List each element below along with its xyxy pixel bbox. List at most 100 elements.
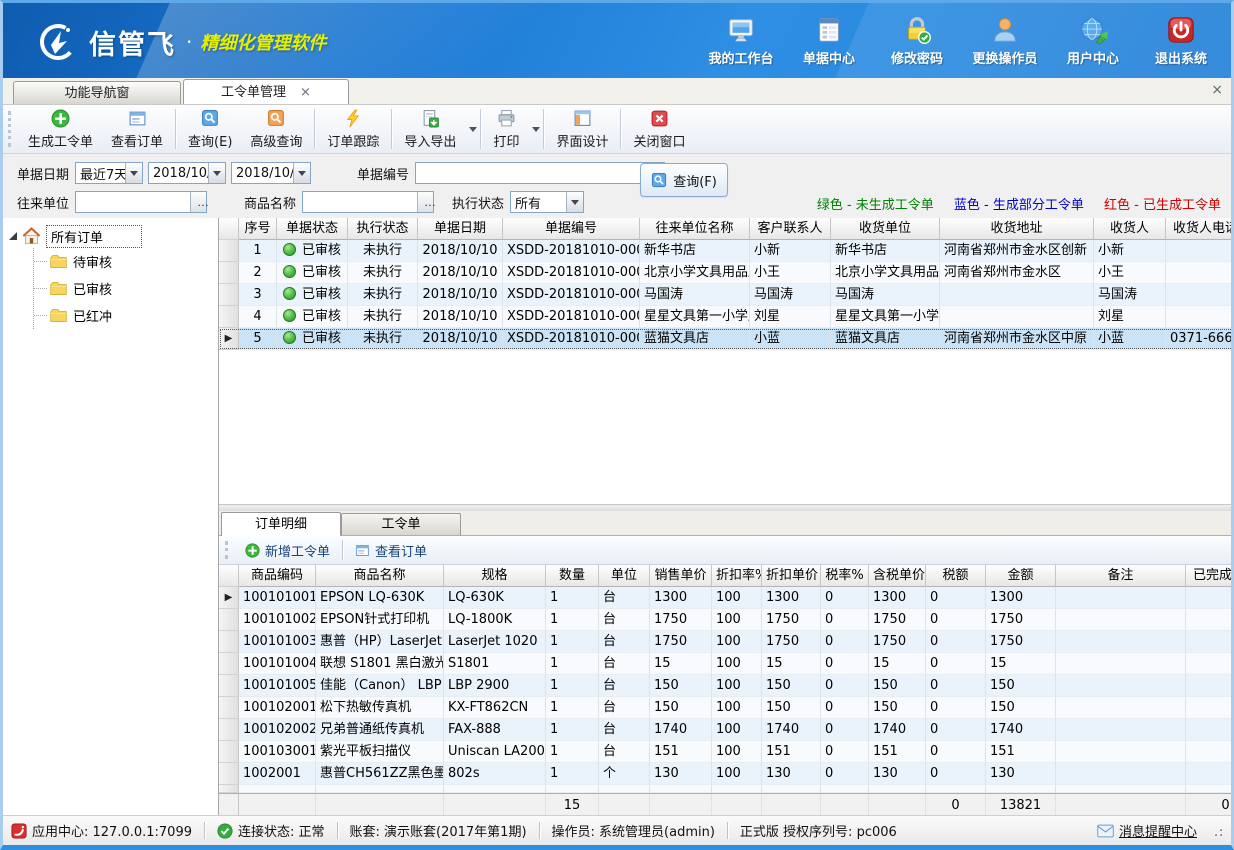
row-selector[interactable] (219, 262, 239, 284)
workbench-button[interactable]: 我的工作台 (697, 13, 785, 69)
resize-grip[interactable] (1211, 825, 1223, 837)
column-header[interactable]: 备注 (1056, 565, 1186, 587)
document-center-button[interactable]: 单据中心 (785, 13, 873, 69)
partner-ellipsis-button[interactable]: … (190, 192, 206, 212)
date-preset-combo[interactable]: 最近7天 (75, 162, 143, 184)
row-selector[interactable] (219, 609, 239, 631)
tab-workorder[interactable]: 工令单 (341, 513, 461, 535)
close-window-button[interactable]: 关闭窗口 (624, 106, 694, 153)
tree-node-reversed[interactable]: 已红冲 (34, 302, 214, 329)
row-selector[interactable] (219, 741, 239, 763)
query-button[interactable]: 查询(E) (179, 106, 241, 153)
row-selector[interactable]: ▶ (219, 328, 239, 350)
table-row[interactable]: ▶5已审核未执行2018/10/10XSDD-20181010-0001蓝猫文具… (219, 328, 1231, 350)
row-selector[interactable] (219, 284, 239, 306)
row-selector[interactable] (219, 653, 239, 675)
row-selector[interactable] (219, 675, 239, 697)
column-header[interactable]: 单位 (599, 565, 650, 587)
chevron-down-icon[interactable] (125, 163, 142, 183)
tabbar-close-icon[interactable]: × (1211, 82, 1223, 98)
advanced-query-button[interactable]: 高级查询 (241, 106, 311, 153)
exit-system-button[interactable]: 退出系统 (1137, 13, 1225, 69)
column-header[interactable]: 规格 (444, 565, 546, 587)
row-selector[interactable] (219, 719, 239, 741)
table-row[interactable]: 100101004联想 S1801 黑白激光S18011台15100150150… (219, 653, 1231, 675)
view-order-button[interactable]: 查看订单 (102, 106, 172, 153)
tab-order-detail[interactable]: 订单明细 (221, 512, 341, 536)
column-header[interactable]: 税率% (821, 565, 869, 587)
tab-workorder-management[interactable]: 工令单管理× (183, 79, 349, 104)
table-row[interactable]: 100101003惠普（HP）LaserJetLaserJet 10201台17… (219, 631, 1231, 653)
row-selector[interactable]: ▶ (219, 587, 239, 609)
column-header[interactable]: 已完成数量 (1186, 565, 1231, 587)
query-f-button[interactable]: 查询(F) (640, 163, 728, 197)
column-header[interactable]: 收货单位 (831, 218, 940, 240)
column-header[interactable]: 数量 (546, 565, 599, 587)
column-header[interactable]: 收货人电话 (1166, 218, 1231, 240)
column-header[interactable]: 商品编码 (239, 565, 316, 587)
print-button[interactable]: 打印 (484, 106, 528, 153)
table-row[interactable]: 4已审核未执行2018/10/10XSDD-20181010-0002星星文具第… (219, 306, 1231, 328)
column-header[interactable]: 单据状态 (277, 218, 348, 240)
row-selector[interactable] (219, 631, 239, 653)
column-header[interactable]: 含税单价 (869, 565, 926, 587)
tree-node-audited[interactable]: 已审核 (34, 275, 214, 302)
table-row[interactable]: 2已审核未执行2018/10/10XSDD-20181010-0004北京小学文… (219, 262, 1231, 284)
row-selector[interactable] (219, 306, 239, 328)
tree-node-all-orders[interactable]: 所有订单 (7, 224, 214, 248)
partner-input[interactable] (75, 191, 207, 213)
product-input[interactable] (302, 191, 434, 213)
change-password-button[interactable]: 修改密码 (873, 13, 961, 69)
column-header[interactable]: 往来单位名称 (640, 218, 750, 240)
exec-status-combo[interactable]: 所有 (510, 191, 584, 213)
row-selector[interactable] (219, 763, 239, 785)
column-header[interactable]: 折扣单价 (762, 565, 821, 587)
product-ellipsis-button[interactable]: … (417, 192, 433, 212)
doc-no-input[interactable] (415, 162, 665, 184)
message-center-link[interactable]: 消息提醒中心 (1097, 821, 1197, 840)
row-selector[interactable] (219, 697, 239, 719)
chevron-down-icon[interactable] (566, 192, 583, 212)
column-header[interactable]: 单据编号 (503, 218, 640, 240)
column-header[interactable]: 收货地址 (940, 218, 1094, 240)
table-row[interactable]: 100102002兄弟普通纸传真机FAX-8881台17401001740017… (219, 719, 1231, 741)
column-header[interactable]: 客户联系人 (750, 218, 831, 240)
table-row[interactable]: 3已审核未执行2018/10/10XSDD-20181010-0003马国涛马国… (219, 284, 1231, 306)
horizontal-splitter[interactable] (219, 504, 1231, 511)
column-header[interactable]: 单据日期 (418, 218, 503, 240)
column-header[interactable]: 商品名称 (316, 565, 444, 587)
import-export-dropdown-icon[interactable] (469, 127, 477, 132)
column-header[interactable]: 税额 (926, 565, 986, 587)
table-row[interactable]: 1已审核未执行2018/10/10XSDD-20181010-0005新华书店小… (219, 240, 1231, 262)
table-row[interactable]: 100102001松下热敏传真机KX-FT862CN1台150100150015… (219, 697, 1231, 719)
message-center-text[interactable]: 消息提醒中心 (1119, 821, 1197, 840)
column-header[interactable]: 序号 (239, 218, 277, 240)
tab-function-nav[interactable]: 功能导航窗 (13, 81, 181, 104)
row-selector[interactable] (219, 240, 239, 262)
generate-workorder-button[interactable]: 生成工令单 (19, 106, 102, 153)
tree-expander-icon[interactable] (9, 232, 17, 240)
import-export-button[interactable]: 导入导出 (395, 106, 465, 153)
tab-close-icon[interactable]: × (300, 85, 311, 100)
table-row[interactable]: 1002001惠普CH561ZZ黑色墨盒802s1个13010013001300… (219, 763, 1231, 785)
date-from-combo[interactable]: 2018/10/3 (148, 162, 226, 184)
order-tracking-button[interactable]: 订单跟踪 (318, 106, 388, 153)
column-header[interactable]: 执行状态 (348, 218, 418, 240)
ui-design-button[interactable]: 界面设计 (547, 106, 617, 153)
print-dropdown-icon[interactable] (532, 127, 540, 132)
column-header[interactable]: 金额 (986, 565, 1056, 587)
table-row[interactable]: 100101005佳能（Canon） LBPLBP 29001台15010015… (219, 675, 1231, 697)
add-workorder-button[interactable]: 新增工令单 (237, 539, 338, 562)
column-header[interactable]: 收货人 (1094, 218, 1166, 240)
table-row[interactable]: 100103001紫光平板扫描仪Uniscan LA20001台15110015… (219, 741, 1231, 763)
view-order-detail-button[interactable]: 查看订单 (347, 539, 435, 562)
column-header[interactable]: 折扣率% (712, 565, 762, 587)
chevron-down-icon[interactable] (293, 163, 310, 183)
table-row[interactable]: 100101002EPSON针式打印机LQ-1800K1台17501001750… (219, 609, 1231, 631)
date-to-combo[interactable]: 2018/10/10 (231, 162, 311, 184)
user-center-button[interactable]: 用户中心 (1049, 13, 1137, 69)
chevron-down-icon[interactable] (208, 163, 225, 183)
table-row[interactable]: ▶100101001EPSON LQ-630KLQ-630K1台13001001… (219, 587, 1231, 609)
tree-node-pending-audit[interactable]: 待审核 (34, 248, 214, 275)
change-operator-button[interactable]: 更换操作员 (961, 13, 1049, 69)
